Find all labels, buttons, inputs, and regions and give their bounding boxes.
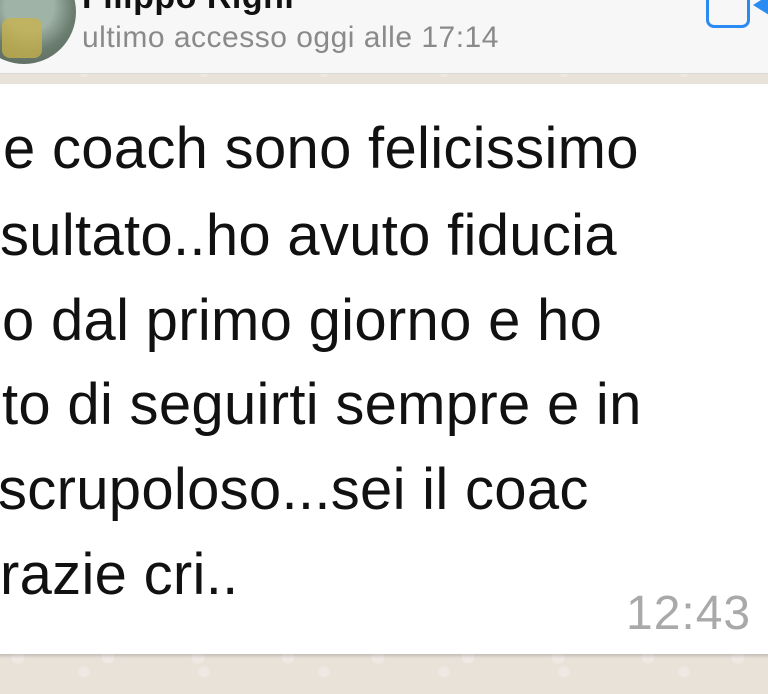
message-line: sultato..ho avuto fiducia [0, 203, 617, 268]
message-line: o dal primo giorno e ho [2, 288, 603, 353]
contact-name[interactable]: Filippo Righi [82, 0, 294, 17]
contact-avatar[interactable] [0, 0, 76, 64]
chat-header[interactable]: Filippo Righi ultimo accesso oggi alle 1… [0, 0, 768, 74]
last-seen-status: ultimo accesso oggi alle 17:14 [82, 21, 499, 54]
chat-screen: Filippo Righi ultimo accesso oggi alle 1… [0, 0, 768, 694]
message-bubble[interactable]: e coach sono felicissimo sultato..ho avu… [0, 84, 768, 654]
message-line: e coach sono felicissimo [3, 116, 639, 181]
message-line: to di seguirti sempre e in [2, 372, 642, 437]
message-line: scrupoloso...sei il coac [0, 457, 589, 522]
message-line: razie cri.. [0, 542, 239, 607]
video-call-icon[interactable] [706, 0, 768, 28]
message-timestamp: 12:43 [626, 587, 752, 640]
